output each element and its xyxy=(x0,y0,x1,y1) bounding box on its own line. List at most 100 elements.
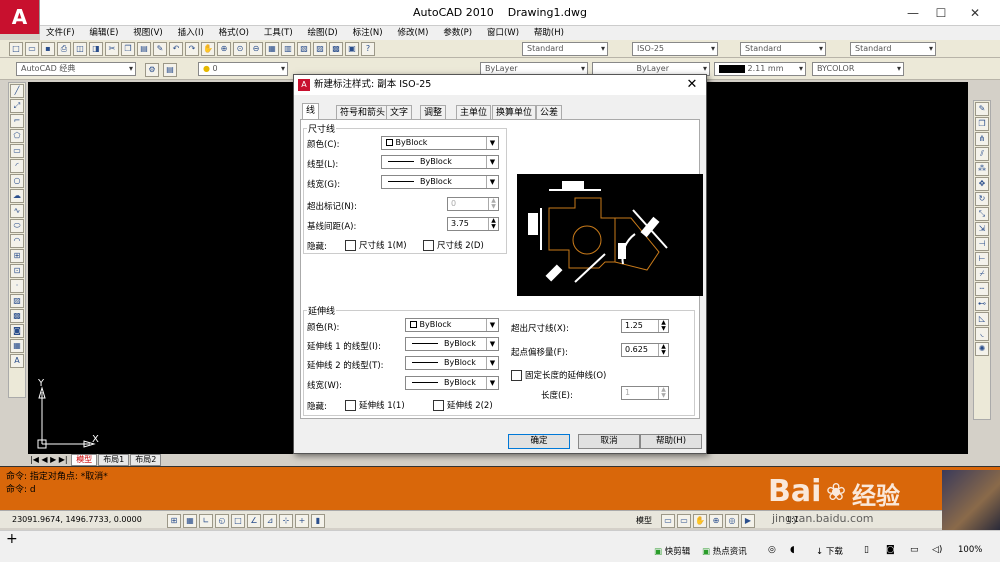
ortho-icon[interactable]: ∟ xyxy=(199,514,213,528)
tab-lines[interactable]: 线 xyxy=(302,103,320,120)
menu-draw[interactable]: 绘图(D) xyxy=(302,26,344,40)
menu-file[interactable]: 文件(F) xyxy=(40,26,81,40)
spinner-icon[interactable]: ▲ ▼ xyxy=(488,218,498,230)
sound-icon[interactable]: ◖ xyxy=(790,545,795,555)
rotate-icon[interactable]: ↻ xyxy=(975,192,989,206)
lwt-icon[interactable]: + xyxy=(295,514,309,528)
tab-fit[interactable]: 调整 xyxy=(420,105,447,120)
polyline-icon[interactable]: ⌐ xyxy=(10,114,24,128)
publish-icon[interactable]: ◨ xyxy=(89,42,103,56)
download-button[interactable]: ↓ 下载 xyxy=(816,545,843,557)
ellipse-arc-icon[interactable]: ◠ xyxy=(10,234,24,248)
model-space-button[interactable]: 模型 xyxy=(636,515,652,526)
quick-edit-button[interactable]: ▣ 快剪辑 xyxy=(654,545,690,557)
quick-view-layouts-icon[interactable]: ▭ xyxy=(661,514,675,528)
workspace-settings-icon[interactable]: ⚙ xyxy=(145,63,159,77)
calculator-icon[interactable]: ▣ xyxy=(345,42,359,56)
suppress-dim-line-2-checkbox[interactable]: 尺寸线 2(D) xyxy=(423,239,484,251)
properties-icon[interactable]: ▦ xyxy=(265,42,279,56)
polygon-icon[interactable]: ⬠ xyxy=(10,129,24,143)
markup-icon[interactable]: ▩ xyxy=(329,42,343,56)
rectangle-icon[interactable]: ▭ xyxy=(10,144,24,158)
line-icon[interactable]: ╱ xyxy=(10,84,24,98)
application-menu-button[interactable]: A xyxy=(0,0,40,34)
break-point-icon[interactable]: ⌿ xyxy=(975,267,989,281)
menu-help[interactable]: 帮助(H) xyxy=(528,26,570,40)
text-style-combo[interactable]: Standard xyxy=(522,42,608,56)
layer-combo[interactable]: ● 0 xyxy=(198,62,288,76)
tool-palette-icon[interactable]: ▧ xyxy=(297,42,311,56)
spinner-icon[interactable]: ▲ ▼ xyxy=(658,387,668,399)
chamfer-icon[interactable]: ◺ xyxy=(975,312,989,326)
ok-button[interactable]: 确定 xyxy=(508,434,570,449)
zoom-previous-icon[interactable]: ⊖ xyxy=(249,42,263,56)
tray-icon-1[interactable]: ▯ xyxy=(864,545,869,555)
spinner-icon[interactable]: ▲ ▼ xyxy=(488,198,498,210)
zoom-percent[interactable]: 100% xyxy=(958,545,982,555)
design-center-icon[interactable]: ▥ xyxy=(281,42,295,56)
explode-icon[interactable]: ✺ xyxy=(975,342,989,356)
spline-icon[interactable]: ∿ xyxy=(10,204,24,218)
dialog-close-button[interactable]: ✕ xyxy=(684,75,700,95)
maximize-button[interactable]: ☐ xyxy=(926,4,956,22)
menu-edit[interactable]: 编辑(E) xyxy=(83,26,124,40)
layer-properties-icon[interactable]: ▤ xyxy=(163,63,177,77)
dim-color-select[interactable]: ByBlock ▼ xyxy=(381,136,499,150)
ellipse-icon[interactable]: ⬭ xyxy=(10,219,24,233)
menu-format[interactable]: 格式(O) xyxy=(213,26,255,40)
offset-icon[interactable]: ⫽ xyxy=(975,147,989,161)
tab-layout1[interactable]: 布局1 xyxy=(98,454,130,466)
plot-style-combo[interactable]: BYCOLOR xyxy=(812,62,904,76)
ducs-icon[interactable]: ⊿ xyxy=(263,514,277,528)
length-input[interactable]: 1 ▲ ▼ xyxy=(621,386,669,400)
mirror-icon[interactable]: ⋔ xyxy=(975,132,989,146)
cut-icon[interactable]: ✂ xyxy=(105,42,119,56)
copy-object-icon[interactable]: ❐ xyxy=(975,117,989,131)
stretch-icon[interactable]: ⇲ xyxy=(975,222,989,236)
insert-block-icon[interactable]: ⊞ xyxy=(10,249,24,263)
arc-icon[interactable]: ◜ xyxy=(10,159,24,173)
menu-parameter[interactable]: 参数(P) xyxy=(437,26,478,40)
redo-icon[interactable]: ↷ xyxy=(185,42,199,56)
join-icon[interactable]: ⊷ xyxy=(975,297,989,311)
baseline-spacing-input[interactable]: 3.75 ▲ ▼ xyxy=(447,217,499,231)
match-icon[interactable]: ✎ xyxy=(153,42,167,56)
polar-icon[interactable]: ◵ xyxy=(215,514,229,528)
scale-icon[interactable]: ⤡ xyxy=(975,207,989,221)
menu-window[interactable]: 窗口(W) xyxy=(481,26,525,40)
fillet-icon[interactable]: ◟ xyxy=(975,327,989,341)
suppress-dim-line-1-checkbox[interactable]: 尺寸线 1(M) xyxy=(345,239,407,251)
dyn-icon[interactable]: ⊹ xyxy=(279,514,293,528)
extend-beyond-input[interactable]: 1.25 ▲ ▼ xyxy=(621,319,669,333)
snap-icon[interactable]: ⊞ xyxy=(167,514,181,528)
hot-news-button[interactable]: ▣ 热点资讯 xyxy=(702,545,747,557)
copy-icon[interactable]: ❐ xyxy=(121,42,135,56)
menu-tools[interactable]: 工具(T) xyxy=(258,26,299,40)
spinner-icon[interactable]: ▲ ▼ xyxy=(658,344,668,356)
hatch-icon[interactable]: ▨ xyxy=(10,294,24,308)
suppress-ext-line-2-checkbox[interactable]: 延伸线 2(2) xyxy=(433,399,493,411)
grid-icon[interactable]: ▦ xyxy=(183,514,197,528)
array-icon[interactable]: ⁂ xyxy=(975,162,989,176)
cancel-button[interactable]: 取消 xyxy=(578,434,640,449)
save-icon[interactable]: ▪ xyxy=(41,42,55,56)
tab-tolerances[interactable]: 公差 xyxy=(536,105,563,120)
fixed-length-checkbox[interactable]: 固定长度的延伸线(O) xyxy=(511,369,606,381)
dim-style-combo[interactable]: ISO-25 xyxy=(632,42,718,56)
add-icon[interactable]: + xyxy=(6,531,18,547)
tray-icon-3[interactable]: ▭ xyxy=(910,545,919,555)
ext-lineweight-select[interactable]: ByBlock ▼ xyxy=(405,376,499,390)
menu-modify[interactable]: 修改(M) xyxy=(391,26,434,40)
volume-icon[interactable]: ◁) xyxy=(932,545,942,555)
circle-icon[interactable]: ○ xyxy=(10,174,24,188)
zoom-icon[interactable]: ⊕ xyxy=(217,42,231,56)
origin-offset-input[interactable]: 0.625 ▲ ▼ xyxy=(621,343,669,357)
multileader-style-combo[interactable]: Standard xyxy=(850,42,936,56)
browser-icon[interactable]: ◎ xyxy=(768,545,776,555)
dim-lineweight-select[interactable]: ByBlock ▼ xyxy=(381,175,499,189)
dim-extend-input[interactable]: 0 ▲ ▼ xyxy=(447,197,499,211)
tab-model[interactable]: 模型 xyxy=(71,454,98,466)
trim-icon[interactable]: ⊣ xyxy=(975,237,989,251)
make-block-icon[interactable]: ⊡ xyxy=(10,264,24,278)
tab-text[interactable]: 文字 xyxy=(386,105,413,120)
